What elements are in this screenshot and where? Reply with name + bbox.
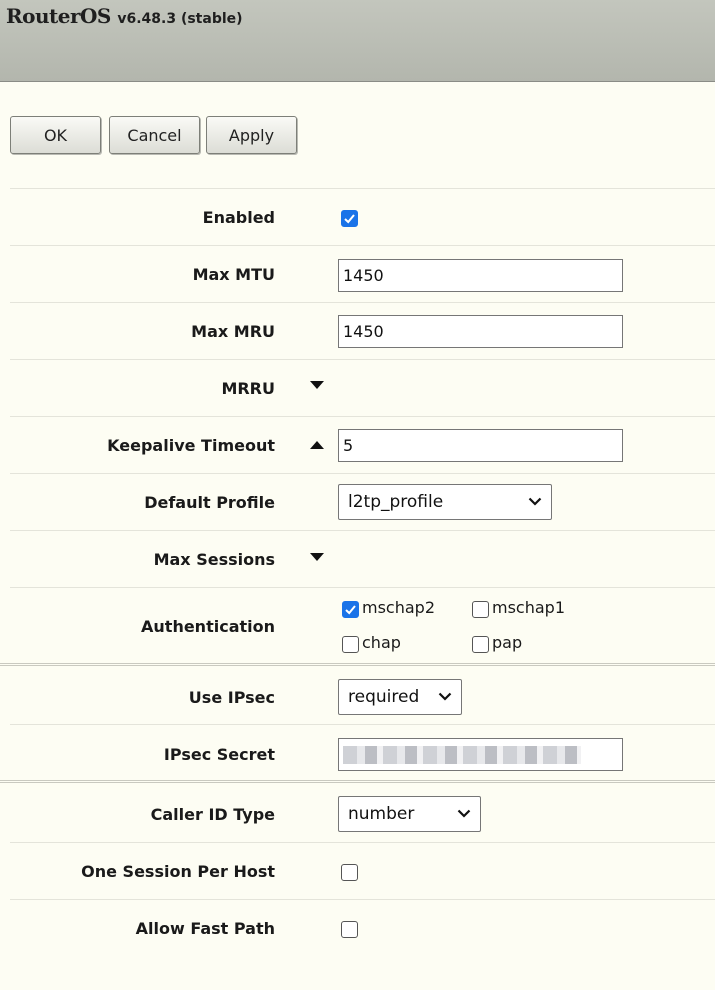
expand-arrow-icon[interactable]: [310, 381, 324, 389]
row-divider: [10, 188, 715, 189]
auth-mschap2-label: mschap2: [362, 598, 435, 617]
chevron-down-icon: [528, 497, 542, 506]
check-icon: [344, 214, 355, 224]
version-label: v6.48.3 (stable): [117, 11, 243, 27]
auth-pap-label: pap: [492, 633, 523, 652]
apply-button[interactable]: Apply: [206, 116, 297, 154]
row-divider: [10, 359, 715, 360]
use-ipsec-value: required: [348, 687, 420, 707]
check-icon: [345, 605, 356, 615]
row-divider: [10, 416, 715, 417]
section-divider: [0, 780, 715, 783]
ipsec-secret-input[interactable]: [338, 738, 623, 771]
caller-id-type-value: number: [348, 804, 415, 824]
row-divider: [10, 587, 715, 588]
cancel-button[interactable]: Cancel: [109, 116, 200, 154]
keepalive-timeout-label: Keepalive Timeout: [107, 436, 275, 455]
enabled-label: Enabled: [202, 208, 275, 227]
collapse-arrow-icon[interactable]: [310, 441, 324, 449]
redacted-secret: [343, 746, 581, 764]
row-divider: [10, 530, 715, 531]
auth-chap-checkbox[interactable]: [342, 636, 359, 653]
auth-chap-label: chap: [362, 633, 401, 652]
auth-mschap1-label: mschap1: [492, 598, 565, 617]
keepalive-timeout-input[interactable]: 5: [338, 429, 623, 462]
authentication-label: Authentication: [141, 617, 275, 636]
use-ipsec-label: Use IPsec: [188, 688, 275, 707]
one-session-per-host-checkbox[interactable]: [341, 864, 358, 881]
row-divider: [10, 473, 715, 474]
ipsec-secret-label: IPsec Secret: [163, 745, 275, 764]
auth-mschap1-checkbox[interactable]: [472, 601, 489, 618]
row-divider: [10, 899, 715, 900]
allow-fast-path-label: Allow Fast Path: [135, 919, 275, 938]
max-sessions-label: Max Sessions: [153, 550, 275, 569]
row-divider: [10, 842, 715, 843]
one-session-per-host-label: One Session Per Host: [81, 862, 275, 881]
brand-name: RouterOS: [6, 4, 111, 28]
expand-arrow-icon[interactable]: [310, 553, 324, 561]
default-profile-select[interactable]: l2tp_profile: [338, 484, 552, 520]
mrru-label: MRRU: [221, 379, 275, 398]
use-ipsec-select[interactable]: required: [338, 679, 462, 715]
chevron-down-icon: [438, 692, 452, 701]
default-profile-label: Default Profile: [144, 493, 275, 512]
ok-button[interactable]: OK: [10, 116, 101, 154]
app-title: RouterOS v6.48.3 (stable): [6, 4, 243, 28]
auth-mschap2-checkbox[interactable]: [342, 601, 359, 618]
max-mtu-label: Max MTU: [192, 265, 275, 284]
row-divider: [10, 245, 715, 246]
chevron-down-icon: [457, 809, 471, 818]
enabled-checkbox[interactable]: [341, 210, 358, 227]
max-mru-input[interactable]: 1450: [338, 315, 623, 348]
title-bar: RouterOS v6.48.3 (stable): [0, 0, 715, 82]
auth-pap-checkbox[interactable]: [472, 636, 489, 653]
caller-id-type-select[interactable]: number: [338, 796, 481, 832]
row-divider: [10, 724, 715, 725]
max-mru-label: Max MRU: [191, 322, 275, 341]
allow-fast-path-checkbox[interactable]: [341, 921, 358, 938]
section-divider: [0, 663, 715, 666]
caller-id-type-label: Caller ID Type: [150, 805, 275, 824]
default-profile-value: l2tp_profile: [348, 492, 444, 512]
max-mtu-input[interactable]: 1450: [338, 259, 623, 292]
row-divider: [10, 302, 715, 303]
